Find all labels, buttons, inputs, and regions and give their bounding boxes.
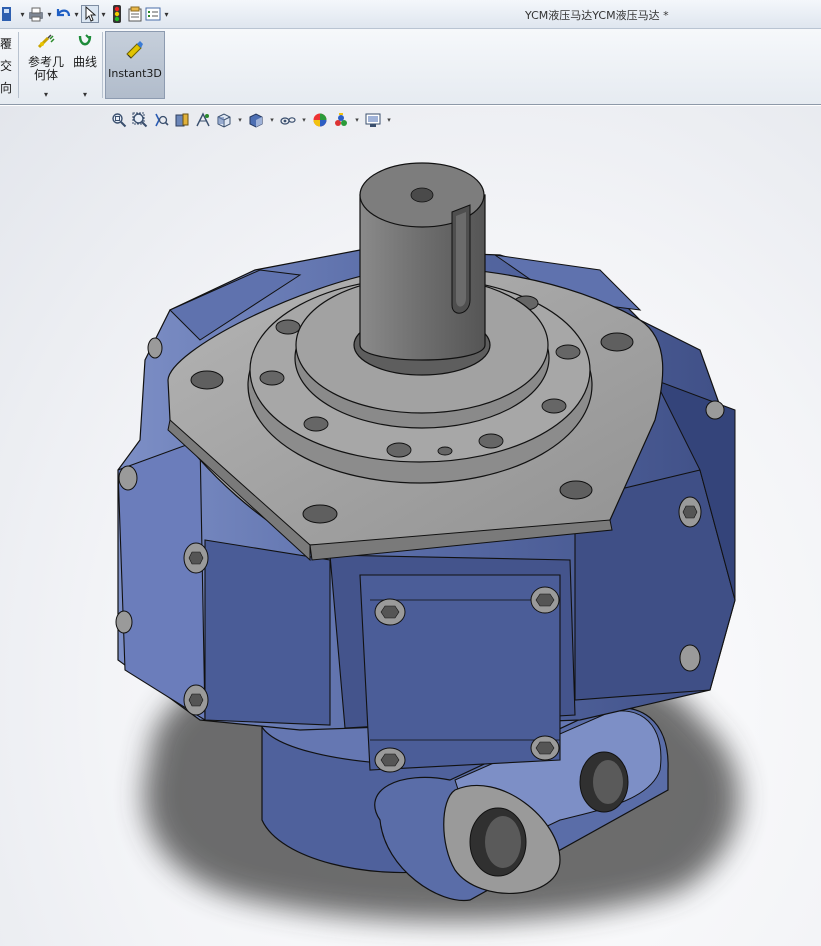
file-properties-icon[interactable] [126, 5, 144, 23]
ribbon-partial-label[interactable]: 交 [0, 55, 14, 77]
ribbon-left-partial-group: 覆 交 向 [0, 33, 14, 99]
instant3d-button[interactable]: Instant3D [105, 31, 165, 99]
select-arrow-icon[interactable] [81, 5, 99, 23]
document-title: YCM液压马达YCM液压马达 * [525, 9, 669, 22]
command-manager-ribbon: 覆 交 向 参考几 何体 ▾ 曲线 ▾ Instant3D [0, 29, 821, 105]
ribbon-partial-label[interactable]: 覆 [0, 33, 14, 55]
hydraulic-motor-model[interactable] [0, 106, 821, 946]
save-dropdown[interactable]: ▾ [18, 10, 27, 19]
curves-dropdown[interactable]: ▾ [71, 88, 99, 101]
instant3d-label: Instant3D [108, 67, 162, 80]
print-icon[interactable] [27, 5, 45, 23]
graphics-area[interactable]: ▾ ▾ ▾ ▾ ▾ [0, 106, 821, 946]
select-dropdown[interactable]: ▾ [99, 10, 108, 19]
reference-geometry-icon [37, 34, 55, 49]
curves-icon [78, 34, 92, 46]
output-shaft [353, 162, 491, 376]
quick-access-toolbar: ▾ ▾ ▾ ▾ ▾ [0, 4, 171, 24]
instant3d-icon [126, 41, 143, 59]
undo-icon[interactable] [54, 5, 72, 23]
ribbon-separator [102, 32, 103, 98]
curves-label: 曲线 [72, 55, 97, 69]
title-bar: ▾ ▾ ▾ ▾ ▾ YCM液压马达YCM液压马达 * [0, 0, 821, 29]
reference-geometry-label-line2: 何体 [33, 68, 58, 82]
undo-dropdown[interactable]: ▾ [72, 10, 81, 19]
rebuild-traffic-light-icon[interactable] [108, 5, 126, 23]
curves-button[interactable]: 曲线 ▾ [71, 33, 99, 101]
print-dropdown[interactable]: ▾ [45, 10, 54, 19]
options-dropdown[interactable]: ▾ [162, 10, 171, 19]
ribbon-partial-label[interactable]: 向 [0, 77, 14, 99]
options-icon[interactable] [144, 5, 162, 23]
reference-geometry-dropdown[interactable]: ▾ [26, 88, 66, 101]
ribbon-separator [18, 32, 19, 98]
save-icon[interactable] [0, 5, 18, 23]
reference-geometry-button[interactable]: 参考几 何体 ▾ [26, 33, 66, 101]
